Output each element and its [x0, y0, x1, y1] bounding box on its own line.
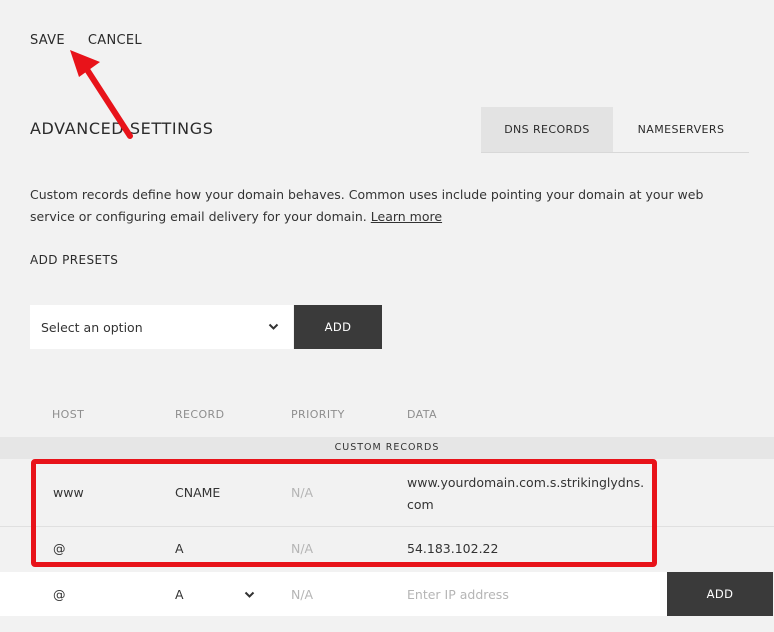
- host-cell: @: [53, 541, 66, 556]
- new-data-input[interactable]: Enter IP address: [407, 587, 509, 602]
- tab-dns-records[interactable]: DNS RECORDS: [481, 107, 613, 152]
- column-header-host: HOST: [52, 408, 85, 421]
- preset-select[interactable]: Select an option: [30, 305, 293, 349]
- host-cell: www: [53, 485, 84, 500]
- table-row: www CNAME N/A www.yourdomain.com.s.strik…: [0, 459, 774, 527]
- page-title: ADVANCED SETTINGS: [30, 119, 214, 138]
- cancel-button[interactable]: CANCEL: [88, 33, 142, 48]
- column-header-data: DATA: [407, 408, 437, 421]
- record-cell: A: [175, 541, 184, 556]
- new-host-input[interactable]: @: [53, 587, 66, 602]
- column-header-record: RECORD: [175, 408, 225, 421]
- chevron-down-icon: [244, 591, 255, 598]
- save-button[interactable]: SAVE: [30, 33, 65, 48]
- new-record-row: @ A N/A Enter IP address: [0, 572, 667, 616]
- column-header-priority: PRIORITY: [291, 408, 345, 421]
- description-text: Custom records define how your domain be…: [30, 187, 704, 224]
- table-row: @ A N/A 54.183.102.22: [0, 527, 774, 571]
- learn-more-link[interactable]: Learn more: [371, 209, 442, 224]
- tab-nameservers[interactable]: NAMESERVERS: [613, 107, 749, 152]
- new-record-type-select[interactable]: A: [175, 587, 255, 602]
- chevron-down-icon: [268, 323, 279, 330]
- priority-cell: N/A: [291, 485, 314, 500]
- data-cell: 54.183.102.22: [407, 541, 499, 556]
- preset-select-value: Select an option: [41, 319, 143, 335]
- presets-label: ADD PRESETS: [30, 253, 119, 267]
- tab-bar: DNS RECORDS NAMESERVERS: [481, 107, 749, 153]
- add-record-button[interactable]: ADD: [667, 572, 773, 616]
- priority-cell: N/A: [291, 541, 314, 556]
- record-cell: CNAME: [175, 485, 221, 500]
- new-priority-input[interactable]: N/A: [291, 587, 313, 602]
- custom-records-header: CUSTOM RECORDS: [0, 437, 774, 459]
- toolbar: SAVE CANCEL: [30, 33, 142, 48]
- new-record-type-value: A: [175, 587, 184, 602]
- data-cell: www.yourdomain.com.s.strikinglydns.com: [407, 475, 645, 512]
- description: Custom records define how your domain be…: [30, 184, 730, 228]
- add-preset-button[interactable]: ADD: [294, 305, 382, 349]
